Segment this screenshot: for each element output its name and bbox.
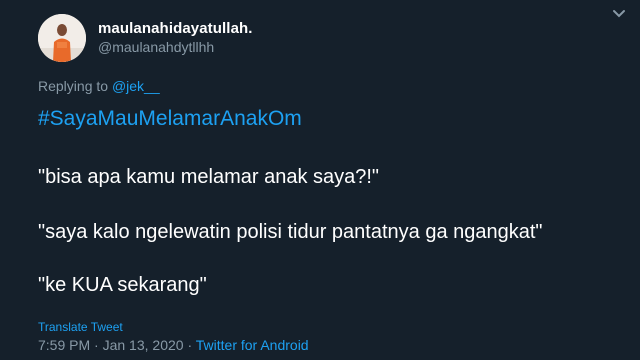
replying-to-mention-link[interactable]: @jek__ [112,78,160,94]
display-name[interactable]: maulanahidayatullah. [98,20,253,37]
meta-separator: · [187,337,193,353]
user-handle[interactable]: @maulanahdytllhh [98,39,214,55]
tweet-date[interactable]: Jan 13, 2020 [103,337,184,353]
meta-separator: · [94,337,99,353]
tweet-time[interactable]: 7:59 PM [38,337,90,353]
tweet-text-line: "saya kalo ngelewatin polisi tidur panta… [38,221,543,243]
tweet-text-line: "ke KUA sekarang" [38,274,207,296]
replying-to-line: Replying to @jek__ [38,78,160,94]
profile-photo [38,14,86,62]
chevron-down-icon[interactable] [604,4,634,24]
avatar[interactable] [38,14,86,62]
tweet-source-link[interactable]: Twitter for Android [196,337,309,353]
tweet-text-line: "bisa apa kamu melamar anak saya?!" [38,166,380,188]
replying-to-label: Replying to [38,78,109,94]
translate-tweet-link[interactable]: Translate Tweet [38,320,123,334]
tweet-metadata: 7:59 PM · Jan 13, 2020 · Twitter for And… [38,337,309,353]
hashtag-link[interactable]: #SayaMauMelamarAnakOm [38,107,302,131]
tweet-card: maulanahidayatullah. @maulanahdytllhh Re… [0,0,640,360]
